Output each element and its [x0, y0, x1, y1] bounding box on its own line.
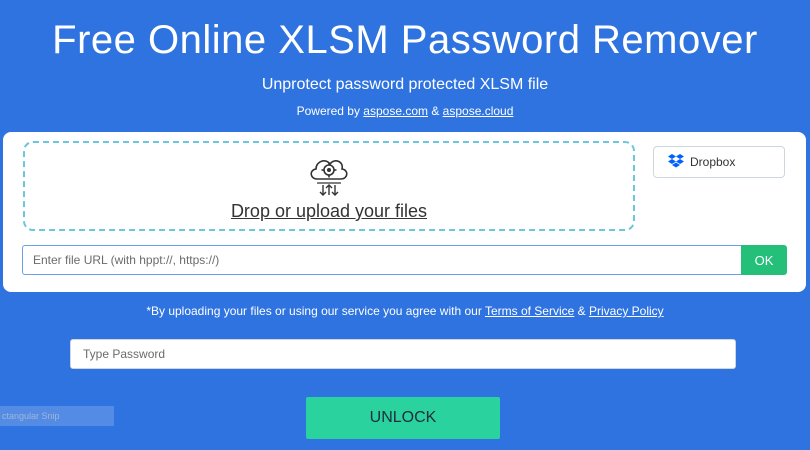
drop-upload-link[interactable]: Drop or upload your files	[25, 201, 633, 222]
terms-notice-text: *By uploading your files or using our se…	[146, 304, 485, 318]
file-dropzone[interactable]: Drop or upload your files	[23, 141, 635, 231]
terms-notice-amp: &	[574, 304, 589, 318]
cloud-upload-gear-icon	[305, 153, 353, 197]
aspose-cloud-link[interactable]: aspose.cloud	[443, 104, 514, 118]
page-subtitle: Unprotect password protected XLSM file	[261, 76, 549, 93]
dropbox-button[interactable]: Dropbox	[653, 146, 785, 178]
upload-card: Drop or upload your files Dropbox OK	[3, 132, 806, 292]
password-input[interactable]	[70, 339, 736, 369]
powered-by-prefix: Powered by	[296, 104, 364, 118]
terms-of-service-link[interactable]: Terms of Service	[485, 304, 574, 318]
privacy-policy-link[interactable]: Privacy Policy	[589, 304, 664, 318]
terms-notice: *By uploading your files or using our se…	[0, 304, 810, 318]
rectangular-snip-overlay: ctangular Snip	[0, 406, 114, 426]
ok-button[interactable]: OK	[741, 245, 787, 275]
file-url-input[interactable]	[22, 245, 741, 275]
dropbox-label: Dropbox	[690, 155, 736, 169]
aspose-com-link[interactable]: aspose.com	[363, 104, 428, 118]
unlock-button[interactable]: UNLOCK	[306, 397, 500, 439]
powered-by: Powered by aspose.com & aspose.cloud	[0, 104, 810, 118]
dropbox-icon	[668, 153, 690, 171]
powered-by-amp: &	[428, 104, 443, 118]
page-title: Free Online XLSM Password Remover	[52, 18, 758, 62]
